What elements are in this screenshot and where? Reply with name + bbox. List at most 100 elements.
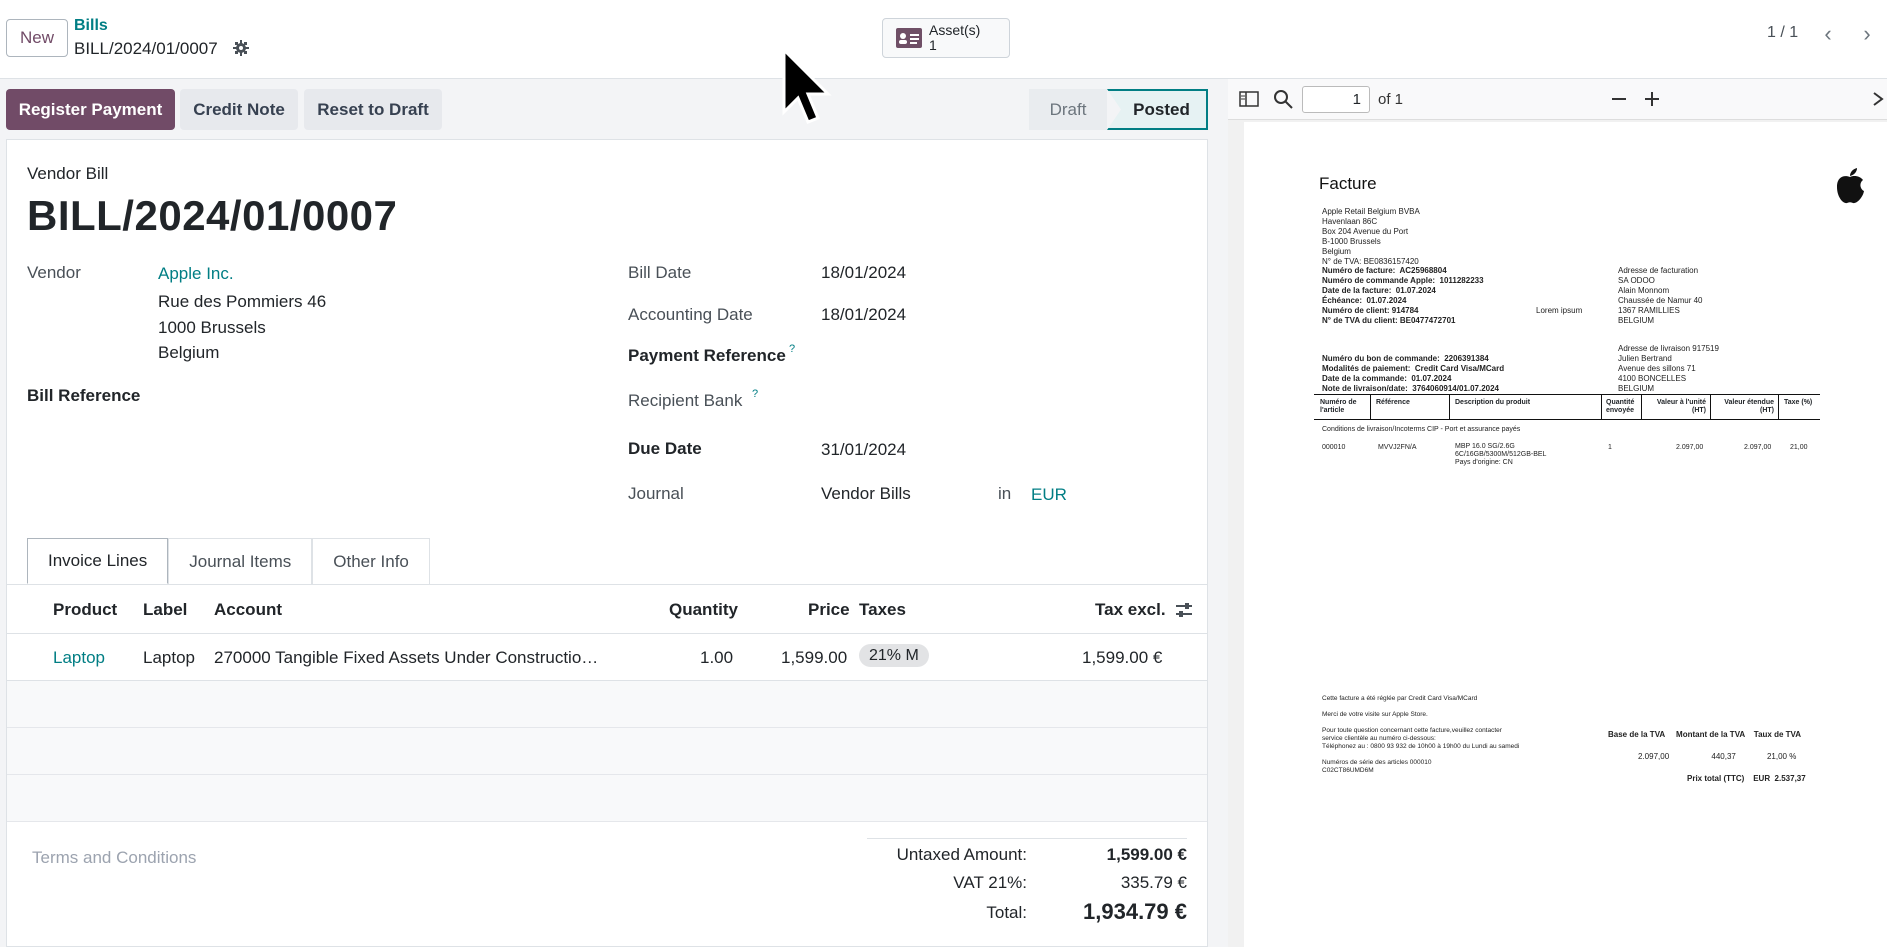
help-tooltip-icon[interactable]: ? <box>752 388 758 400</box>
empty-row[interactable] <box>7 681 1207 728</box>
id-card-icon <box>896 28 922 48</box>
tab-journal-items[interactable]: Journal Items <box>168 538 313 584</box>
form-sheet: Vendor Bill BILL/2024/01/0007 Vendor App… <box>6 139 1208 947</box>
bill-date-label: Bill Date <box>628 263 692 282</box>
tab-invoice-lines[interactable]: Invoice Lines <box>27 538 169 584</box>
bill-reference-label: Bill Reference <box>27 386 141 405</box>
more-icon[interactable] <box>1870 88 1887 110</box>
journal-value[interactable]: Vendor Bills <box>821 484 911 504</box>
journal-label: Journal <box>628 484 684 503</box>
status-posted[interactable]: Posted <box>1107 89 1208 130</box>
new-button[interactable]: New <box>6 19 68 57</box>
zoom-out-icon[interactable] <box>1608 88 1630 110</box>
pdf-footer-notes: Cette facture a été réglée par Credit Ca… <box>1322 695 1520 774</box>
control-panel: New Bills BILL/2024/01/0007 Asset(s) 1 1… <box>0 0 1887 79</box>
apple-logo-icon <box>1837 168 1864 204</box>
help-tooltip-icon[interactable]: ? <box>789 343 795 355</box>
reset-to-draft-button[interactable]: Reset to Draft <box>304 89 442 130</box>
zoom-in-icon[interactable] <box>1641 88 1663 110</box>
status-draft[interactable]: Draft <box>1029 89 1107 130</box>
col-price[interactable]: Price <box>808 600 850 620</box>
accounting-date-value[interactable]: 18/01/2024 <box>821 305 906 325</box>
pdf-order-info: Numéro du bon de commande: 2206391384 Mo… <box>1322 354 1505 393</box>
col-account[interactable]: Account <box>214 600 282 620</box>
pdf-item-description: MBP 16.0 SG/2.6G 6C/16GB/5300M/512GB-BEL… <box>1455 443 1547 466</box>
col-quantity[interactable]: Quantity <box>669 600 738 620</box>
line-product[interactable]: Laptop <box>53 648 105 668</box>
col-product[interactable]: Product <box>53 600 117 620</box>
empty-row[interactable] <box>7 775 1207 822</box>
assets-count: 1 <box>929 37 937 53</box>
breadcrumb-bills-link[interactable]: Bills <box>74 17 108 35</box>
page-count: of 1 <box>1378 91 1404 108</box>
search-icon[interactable] <box>1272 88 1294 110</box>
pdf-item-number: 000010 <box>1322 444 1346 451</box>
pager-value[interactable]: 1 / 1 <box>1767 24 1798 42</box>
col-taxes[interactable]: Taxes <box>859 600 906 620</box>
line-tax-excl: 1,599.00 € <box>1082 648 1163 667</box>
due-date-value[interactable]: 31/01/2024 <box>821 440 906 460</box>
pdf-viewer: 1 of 1 Facture Apple Retail Belgium BVBA… <box>1228 79 1887 947</box>
pdf-col-unit-value: Valeur à l'unité (HT) <box>1656 399 1706 414</box>
pdf-seller-address: Apple Retail Belgium BVBA Havenlaan 86C … <box>1322 207 1420 266</box>
sliders-icon[interactable] <box>1175 601 1193 619</box>
sidebar-toggle-icon[interactable] <box>1238 88 1260 110</box>
breadcrumb-current: BILL/2024/01/0007 <box>74 39 218 58</box>
tab-other-info[interactable]: Other Info <box>312 538 430 584</box>
chevron-right-icon[interactable]: › <box>1855 20 1879 48</box>
line-price[interactable]: 1,599.00 <box>781 648 847 668</box>
vendor-address-city: 1000 Brussels <box>158 318 266 337</box>
vat-value: 335.79 € <box>1120 873 1187 892</box>
credit-note-button[interactable]: Credit Note <box>180 89 298 130</box>
status-bar: Draft Posted <box>1029 89 1208 130</box>
line-account[interactable]: 270000 Tangible Fixed Assets Under Const… <box>214 648 598 668</box>
table-row[interactable]: Laptop Laptop 270000 Tangible Fixed Asse… <box>7 634 1207 681</box>
totals-summary: Untaxed Amount: 1,599.00 € VAT 21%: 335.… <box>867 838 1187 924</box>
pdf-item-extended-value: 2.097,00 <box>1744 444 1772 451</box>
pdf-item-tax: 21,00 <box>1790 444 1808 451</box>
pdf-total-line: Prix total (TTC) EUR 2.537,37 <box>1687 774 1806 783</box>
pdf-delivery-address: Adresse de livraison 917519 Julien Bertr… <box>1618 344 1719 393</box>
table-header: Product Label Account Quantity Price Tax… <box>7 584 1207 634</box>
line-quantity[interactable]: 1.00 <box>700 648 733 668</box>
total-value: 1,934.79 € <box>1083 899 1187 924</box>
terms-and-conditions-field[interactable]: Terms and Conditions <box>32 848 196 868</box>
col-label[interactable]: Label <box>143 600 187 620</box>
pdf-col-tax: Taxe (%) <box>1784 399 1813 406</box>
notebook-tabs: Invoice Lines Journal Items Other Info <box>27 538 430 584</box>
mouse-cursor-icon <box>782 48 832 124</box>
total-label: Total: <box>986 903 1027 922</box>
gear-icon[interactable] <box>233 40 249 56</box>
pdf-title: Facture <box>1319 174 1377 193</box>
currency-link[interactable]: EUR <box>1031 485 1067 505</box>
page-number-input[interactable]: 1 <box>1302 86 1370 113</box>
payment-reference-label: Payment Reference <box>628 346 786 365</box>
line-label[interactable]: Laptop <box>143 648 195 668</box>
pdf-col-number: Numéro de l'article <box>1320 399 1357 414</box>
chevron-left-icon[interactable]: ‹ <box>1816 20 1840 48</box>
pdf-lorem: Lorem ipsum <box>1536 306 1583 315</box>
pdf-page: Facture Apple Retail Belgium BVBA Havenl… <box>1244 122 1887 947</box>
pdf-col-extended-value: Valeur étendue (HT) <box>1724 399 1774 414</box>
pdf-item-quantity: 1 <box>1608 444 1612 451</box>
pdf-vat-headers: Base de la TVA Montant de la TVA Taux de… <box>1608 730 1802 739</box>
vendor-link[interactable]: Apple Inc. <box>158 264 234 284</box>
pdf-toolbar: 1 of 1 <box>1228 79 1887 120</box>
accounting-date-label: Accounting Date <box>628 305 753 324</box>
empty-row[interactable] <box>7 728 1207 775</box>
untaxed-amount-value: 1,599.00 € <box>1106 845 1187 864</box>
vat-label: VAT 21%: <box>953 873 1027 892</box>
recipient-bank-label: Recipient Bank <box>628 391 743 410</box>
tax-badge[interactable]: 21% M <box>859 644 929 667</box>
bill-date-value[interactable]: 18/01/2024 <box>821 263 906 283</box>
pdf-col-reference: Référence <box>1376 399 1410 406</box>
due-date-label: Due Date <box>628 439 702 458</box>
assets-smart-button[interactable]: Asset(s) 1 <box>882 18 1010 58</box>
untaxed-amount-label: Untaxed Amount: <box>896 845 1027 864</box>
register-payment-button[interactable]: Register Payment <box>6 89 175 130</box>
assets-label: Asset(s) <box>929 22 981 38</box>
pdf-col-quantity: Quantité envoyée <box>1606 399 1635 414</box>
col-tax-excl[interactable]: Tax excl. <box>1095 600 1166 620</box>
pdf-invoice-info: Numéro de facture: AC25968804 Numéro de … <box>1322 266 1484 325</box>
pdf-billing-address: Adresse de facturation SA ODOO Alain Mon… <box>1618 266 1703 325</box>
